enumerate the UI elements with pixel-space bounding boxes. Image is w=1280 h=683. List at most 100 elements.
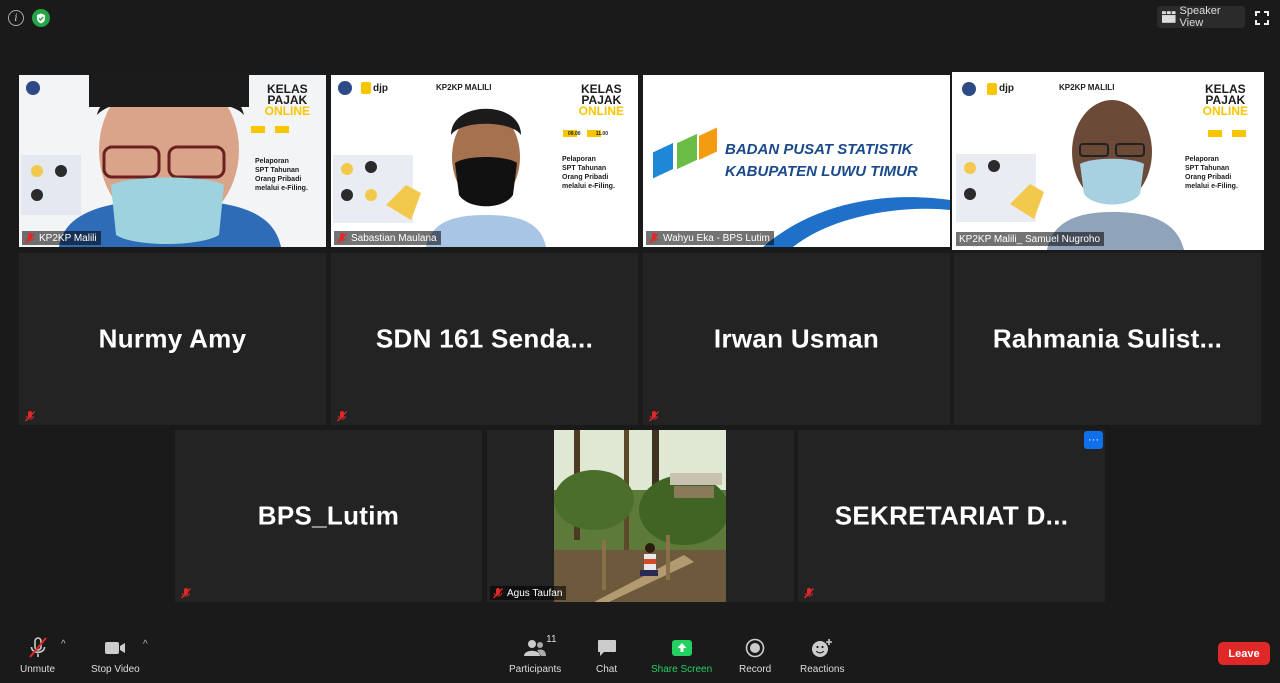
muted-mic-icon [649,232,659,243]
slide-time: 09.00 11.00 [568,131,608,137]
participant-name-tag [801,586,818,600]
slide-desc-4: melalui e-Filing. [1185,183,1238,190]
participant-name-tag [646,409,663,423]
participant-display-name: Irwan Usman [713,323,880,354]
participant-name: Agus Taufan [507,587,563,599]
slide-desc-4: melalui e-Filing. [562,183,615,190]
participant-display-name: Nurmy Amy [98,323,247,354]
video-tile-sabastian-maulana[interactable]: djp KP2KP MALILI KELAS PAJAK ONLINE Pela… [331,75,638,247]
speaker-view-button[interactable]: Speaker View [1157,5,1245,29]
slide-desc-2: SPT Tahunan [1185,165,1230,172]
name-tile-sekretariat[interactable]: SEKRETARIAT D... [798,430,1105,602]
leave-meeting-button[interactable]: Leave [1218,642,1270,665]
participants-button[interactable]: 11 Participants [509,634,562,675]
unmute-label: Unmute [20,664,56,675]
video-tile-samuel-nugroho[interactable]: djp KP2KP MALILI KELAS PAJAK ONLINE Pela… [952,72,1264,250]
video-tile-wahyu-eka[interactable]: BADAN PUSAT STATISTIK KABUPATEN LUWU TIM… [643,75,950,247]
muted-mic-icon [493,587,503,598]
djp-logo: djp [373,83,388,94]
muted-mic-icon [25,410,35,421]
participant-name: KP2KP Malili [39,232,97,244]
name-tile-bps-lutim[interactable]: BPS_Lutim [175,430,482,602]
slide-desc-1: Pelaporan [562,156,596,163]
participant-name-tag: KP2KP Malili_ Samuel Nugroho [956,232,1105,246]
slide-desc-3: Orang Pribadi [562,174,609,181]
encryption-shield-icon[interactable] [32,9,50,27]
bps-banner: BADAN PUSAT STATISTIK KABUPATEN LUWU TIM… [725,139,918,183]
muted-microphone-icon [28,637,48,659]
reaction-emoji-icon [811,637,833,659]
participant-name-tag [334,409,351,423]
muted-mic-icon [337,232,347,243]
participant-name-tag [22,409,39,423]
participants-icon: 11 [524,634,557,659]
audio-options-caret-icon[interactable]: ^ [61,639,66,650]
slide-desc-1: Pelaporan [1185,156,1219,163]
slide-time-end: 11.00 [595,131,608,137]
fullscreen-icon[interactable] [1255,11,1269,25]
record-button[interactable]: Record [739,637,771,675]
slide-desc-4: melalui e-Filing. [255,185,308,192]
participant-name: Sabastian Maulana [351,232,437,244]
slide-title: KELAS PAJAK ONLINE [265,83,310,117]
participant-display-name: BPS_Lutim [257,500,400,531]
meeting-status-icons: i [8,9,50,27]
speaker-view-label: Speaker View [1179,5,1221,29]
reactions-button[interactable]: Reactions [800,637,844,675]
name-tile-nurmy-amy[interactable]: Nurmy Amy [19,253,326,425]
video-options-caret-icon[interactable]: ^ [143,639,148,650]
slide-desc-2: SPT Tahunan [562,165,607,172]
muted-mic-icon [804,587,814,598]
muted-mic-icon [181,587,191,598]
chat-button[interactable]: Chat [596,637,617,675]
participant-name: KP2KP Malili_ Samuel Nugroho [959,233,1101,245]
bps-banner-line2: KABUPATEN LUWU TIMUR [725,163,918,180]
record-icon [745,637,765,659]
participant-video [554,430,726,602]
video-camera-icon [104,637,126,659]
info-icon[interactable]: i [8,10,24,26]
slide-description: Pelaporan SPT Tahunan Orang Pribadi mela… [255,157,308,193]
meeting-toolbar: Unmute ^ Stop Video ^ 11 Participants Ch… [0,629,1280,683]
participant-name: Wahyu Eka - BPS Lutim [663,232,770,244]
slide-description: Pelaporan SPT Tahunan Orang Pribadi mela… [562,155,615,191]
participants-label: Participants [509,664,562,675]
video-tile-agus-taufan[interactable]: Agus Taufan [487,430,794,602]
slide-desc-2: SPT Tahunan [255,167,300,174]
slide-office: KP2KP MALILI [1059,83,1115,92]
participant-name-tag: KP2KP Malili [22,231,101,245]
participant-name-tag: Sabastian Maulana [334,231,441,245]
slide-title: KELAS PAJAK ONLINE [1202,83,1248,118]
name-tile-irwan-usman[interactable]: Irwan Usman [643,253,950,425]
chat-bubble-icon [597,637,617,659]
chat-label: Chat [596,664,618,675]
slide-time-start: 09.00 [568,131,581,137]
name-tile-rahmania-sulist[interactable]: Rahmania Sulist... [954,253,1261,425]
reactions-label: Reactions [800,664,845,675]
video-tile-kp2kp-malili[interactable]: KELAS PAJAK ONLINE Pelaporan SPT Tahunan… [19,75,326,247]
participant-display-name: Rahmania Sulist... [992,323,1223,354]
slide-title: KELAS PAJAK ONLINE [578,83,624,118]
participant-name-tag: Wahyu Eka - BPS Lutim [646,231,774,245]
tile-more-options-button[interactable]: ··· [1084,431,1103,449]
slide-online: ONLINE [578,104,624,118]
muted-mic-icon [25,232,35,243]
share-screen-button[interactable]: Share Screen [651,637,712,675]
record-label: Record [739,664,772,675]
participant-name-tag [178,586,195,600]
bps-banner-line1: BADAN PUSAT STATISTIK [725,141,913,158]
slide-desc-1: Pelaporan [255,158,289,165]
muted-mic-icon [649,410,659,421]
slide-desc-3: Orang Pribadi [255,176,302,183]
unmute-button[interactable]: Unmute [20,637,55,675]
djp-logo: djp [999,83,1014,94]
name-tile-sdn-161[interactable]: SDN 161 Senda... [331,253,638,425]
stop-video-label: Stop Video [91,664,140,675]
share-screen-icon [671,637,693,659]
stop-video-button[interactable]: Stop Video [91,637,140,675]
participants-count: 11 [546,634,557,645]
share-screen-label: Share Screen [651,664,713,675]
slide-online: ONLINE [1202,104,1248,118]
slide-description: Pelaporan SPT Tahunan Orang Pribadi mela… [1185,155,1238,191]
participant-display-name: SEKRETARIAT D... [834,500,1069,531]
